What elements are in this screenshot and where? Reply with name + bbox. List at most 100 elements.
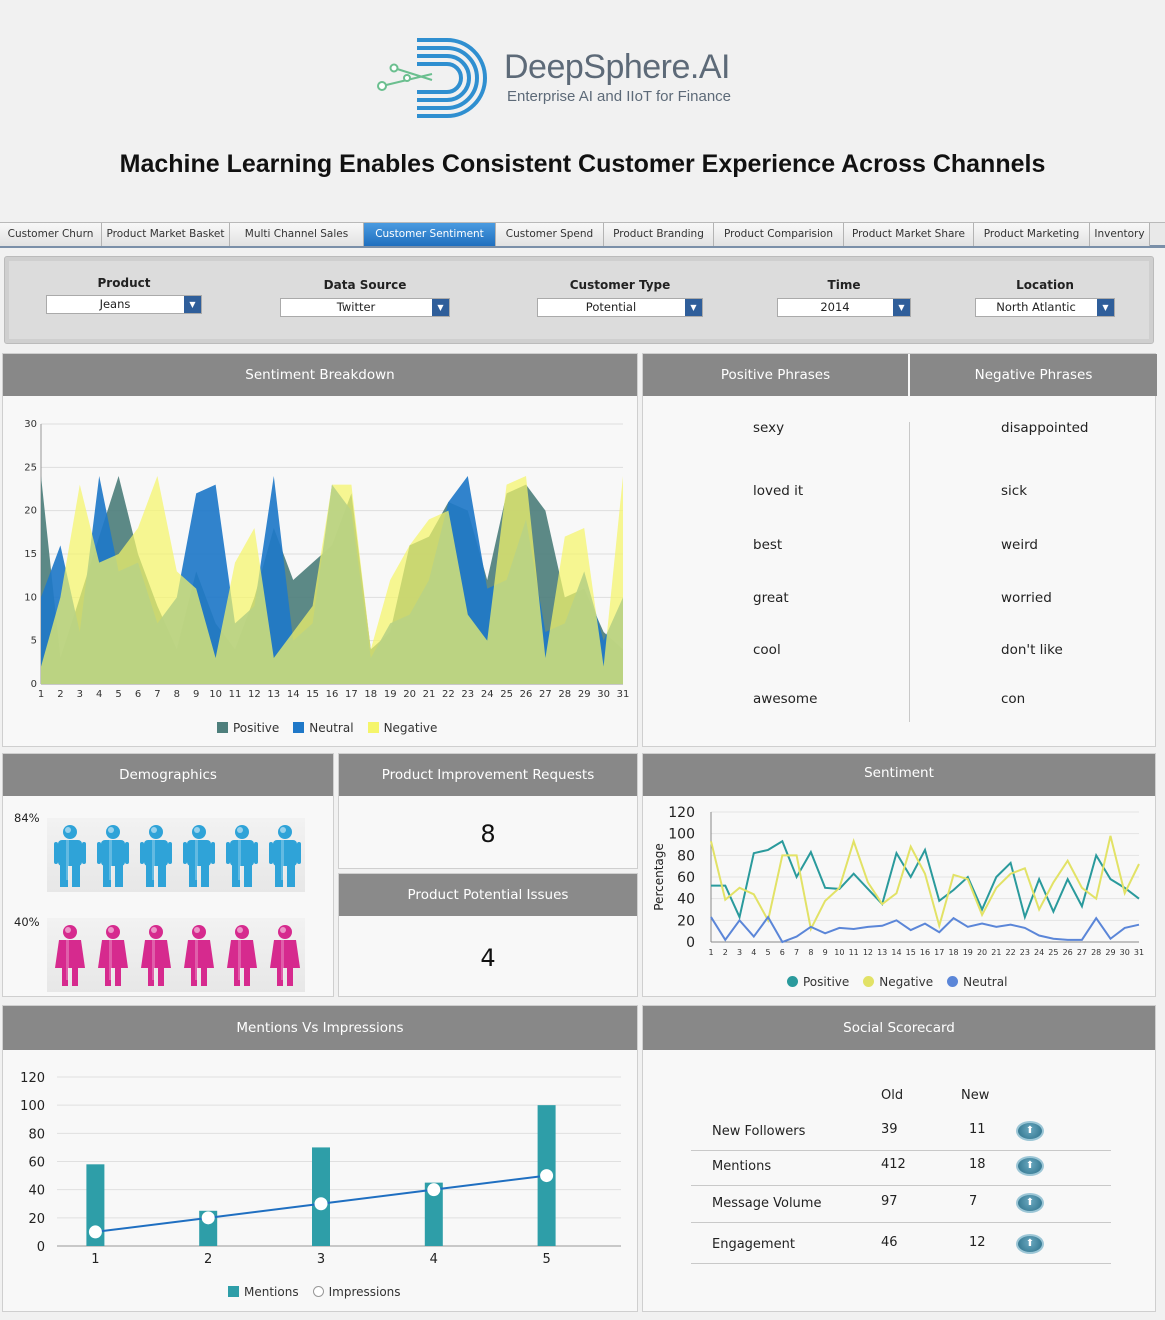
scorecard-col-new: New (961, 1088, 990, 1103)
chevron-down-icon[interactable]: ▼ (432, 299, 449, 316)
x-tick-label: 17 (934, 948, 944, 957)
impressions-point (540, 1169, 554, 1183)
sentiment-breakdown-chart: 0510152025301 2 3 4 5 6 7 8 9 10 11 12 13 14 15 16 17 18 1… (24, 419, 630, 700)
x-tick-label: 30 (597, 689, 610, 700)
x-tick-label: 4 (751, 948, 756, 957)
positive-phrase: great (753, 590, 789, 606)
x-tick-label: 1 (708, 948, 713, 957)
customer-type-select[interactable]: Potential ▼ (537, 298, 703, 317)
legend-label: Positive (233, 721, 280, 735)
tab-product-comparision[interactable]: Product Comparision (714, 223, 844, 246)
y-tick-label: 80 (28, 1127, 45, 1142)
legend-swatch (947, 976, 959, 987)
tab-multi-channel-sales[interactable]: Multi Channel Sales (230, 223, 364, 246)
x-tick-label: 9 (823, 948, 828, 957)
positive-phrase: loved it (753, 483, 804, 499)
y-tick-label: 20 (28, 1212, 45, 1227)
panel-title: Product Improvement Requests (339, 754, 637, 796)
x-tick-label: 1 (38, 689, 44, 700)
female-person-icon (98, 925, 128, 986)
x-tick-label: 18 (364, 689, 377, 700)
select-value: 2014 (820, 300, 850, 314)
legend-item: Negative (863, 975, 933, 989)
tab-customer-sentiment[interactable]: Customer Sentiment (364, 223, 496, 246)
chevron-down-icon[interactable]: ▼ (685, 299, 702, 316)
tab-customer-spend[interactable]: Customer Spend (496, 223, 604, 246)
positive-phrase: best (753, 537, 783, 553)
y-tick-label: 40 (677, 892, 695, 908)
legend-label: Neutral (963, 975, 1008, 989)
female-row (47, 918, 305, 992)
negative-phrases-title: Negative Phrases (910, 354, 1157, 396)
chevron-down-icon[interactable]: ▼ (893, 299, 910, 316)
positive-phrase: awesome (753, 691, 818, 707)
y-tick-label: 5 (31, 636, 37, 647)
x-tick-label: 9 (193, 689, 199, 700)
negative-phrase: sick (1001, 483, 1028, 499)
panel-title: Sentiment (643, 754, 1155, 796)
tab-inventory[interactable]: Inventory (1090, 223, 1150, 246)
potential-issues-panel: Product Potential Issues 4 (338, 873, 638, 997)
x-tick-label: 28 (558, 689, 571, 700)
time-select[interactable]: 2014 ▼ (777, 298, 911, 317)
legend-label: Negative (383, 721, 438, 735)
y-tick-label: 0 (686, 935, 695, 951)
x-tick-label: 27 (1077, 948, 1087, 957)
tab-product-market-share[interactable]: Product Market Share (844, 223, 974, 246)
x-tick-label: 13 (267, 689, 280, 700)
improvement-requests-panel: Product Improvement Requests 8 (338, 753, 638, 869)
product-select[interactable]: Jeans ▼ (46, 295, 202, 314)
x-tick-label: 26 (1063, 948, 1073, 957)
tab-product-market-basket[interactable]: Product Market Basket (102, 223, 230, 246)
x-tick-label: 3 (317, 1252, 325, 1267)
x-tick-label: 25 (500, 689, 513, 700)
x-tick-label: 19 (963, 948, 973, 957)
logo-name: DeepSphere.AI (504, 48, 731, 86)
x-tick-label: 11 (849, 948, 859, 957)
scorecard-divider (691, 1263, 1111, 1264)
data-source-select[interactable]: Twitter ▼ (280, 298, 450, 317)
x-tick-label: 21 (991, 948, 1001, 957)
filter-label: Customer Type (569, 278, 671, 292)
scorecard-old-value: 412 (881, 1157, 906, 1172)
scorecard-label: Message Volume (712, 1196, 822, 1211)
scorecard-old-value: 39 (881, 1122, 898, 1137)
arrow-up-icon[interactable]: ⬆ (1016, 1234, 1044, 1254)
x-tick-label: 11 (229, 689, 242, 700)
sentiment-line-chart: 020406080100120Percentage1 2 3 4 5 6 7 8 9 10 11 12… (652, 805, 1144, 957)
panel-title: Demographics (3, 754, 333, 796)
location-select[interactable]: North Atlantic ▼ (975, 298, 1115, 317)
y-tick-label: 60 (28, 1156, 45, 1171)
male-person-icon (226, 825, 258, 887)
arrow-up-icon[interactable]: ⬆ (1016, 1193, 1044, 1213)
x-tick-label: 31 (617, 689, 630, 700)
filter-label: Time (827, 278, 861, 292)
male-row (47, 818, 305, 892)
scorecard-new-value: 12 (969, 1235, 986, 1250)
arrow-up-icon[interactable]: ⬆ (1016, 1121, 1044, 1141)
filter-location: Location North Atlantic ▼ (975, 257, 1115, 317)
chevron-down-icon[interactable]: ▼ (1097, 299, 1114, 316)
positive-phrase: sexy (753, 420, 785, 436)
arrow-up-icon[interactable]: ⬆ (1016, 1156, 1044, 1176)
x-tick-label: 5 (766, 948, 771, 957)
panel-title: Product Potential Issues (339, 874, 637, 916)
tab-product-marketing[interactable]: Product Marketing (974, 223, 1090, 246)
x-tick-label: 15 (306, 689, 319, 700)
y-tick-label: 40 (28, 1184, 45, 1199)
filter-product: Product Jeans ▼ (46, 257, 202, 314)
x-tick-label: 10 (834, 948, 844, 957)
panel-title: Mentions Vs Impressions (3, 1006, 637, 1050)
x-tick-label: 6 (135, 689, 141, 700)
legend-swatch (312, 1286, 324, 1297)
x-tick-label: 2 (204, 1252, 212, 1267)
tab-customer-churn[interactable]: Customer Churn (0, 223, 102, 246)
filter-data-source: Data Source Twitter ▼ (280, 257, 450, 317)
panel-title: Social Scorecard (643, 1006, 1155, 1050)
chevron-down-icon[interactable]: ▼ (184, 296, 201, 313)
tab-product-branding[interactable]: Product Branding (604, 223, 714, 246)
filter-time: Time 2014 ▼ (777, 257, 911, 317)
scorecard-col-old: Old (881, 1088, 904, 1103)
legend-swatch (293, 722, 305, 733)
x-tick-label: 31 (1134, 948, 1144, 957)
